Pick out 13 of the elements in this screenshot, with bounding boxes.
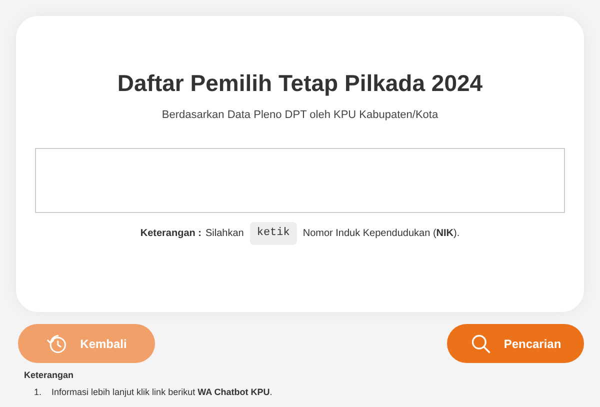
list-number: 1. (34, 386, 42, 398)
search-button[interactable]: Pencarian (447, 324, 584, 363)
page-subtitle: Berdasarkan Data Pleno DPT oleh KPU Kabupaten/Kota (162, 108, 438, 122)
notes-heading: Keterangan (24, 369, 75, 382)
page-title: Daftar Pemilih Tetap Pilkada 2024 (117, 69, 483, 98)
note-text: Informasi lebih lanjut klik link berikut WA Chatbot KPU. (52, 386, 272, 399)
search-icon (470, 332, 492, 354)
key-hint: ketik (250, 222, 297, 244)
hint-text: Nomor Induk Kependudukan (NIK). (302, 226, 460, 241)
hint-text: Silahkan (205, 226, 244, 241)
clock-arrow-icon (46, 332, 68, 354)
hint-label: Keterangan : (140, 226, 202, 241)
nik-input-field[interactable] (35, 148, 565, 213)
